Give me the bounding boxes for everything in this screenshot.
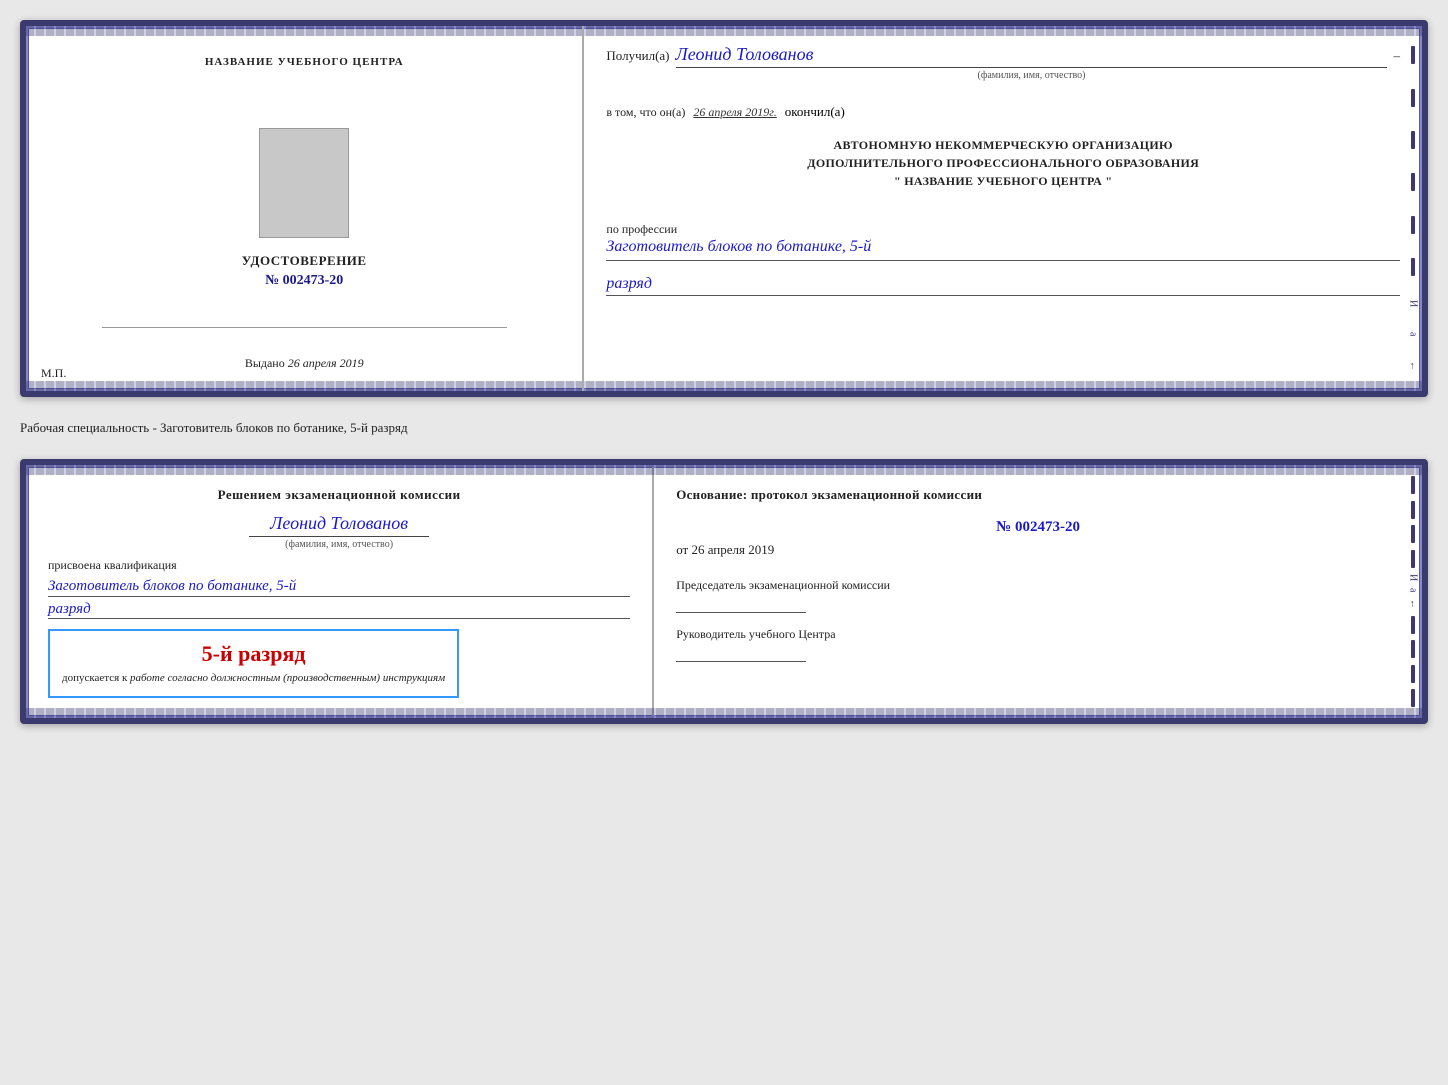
stamp-admission: допускается к работе согласно должностны…	[62, 671, 445, 686]
certifies-row: в том, что он(а) 26 апреля 2019г. окончи…	[606, 97, 1400, 120]
cert-right-panel: Получил(а) Леонид Толованов (фамилия, им…	[584, 26, 1422, 391]
qualification-assigned: присвоена квалификация	[48, 558, 630, 573]
side-decoration-2: И а ←	[1404, 465, 1422, 718]
institution-block: АВТОНОМНУЮ НЕКОММЕРЧЕСКУЮ ОРГАНИЗАЦИЮ ДО…	[606, 136, 1400, 190]
rank-value-2: разряд	[48, 601, 630, 619]
cert-left-panel: НАЗВАНИЕ УЧЕБНОГО ЦЕНТРА УДОСТОВЕРЕНИЕ №…	[26, 26, 584, 391]
dash: –	[1393, 48, 1400, 64]
qualification-card: Решением экзаменационной комиссии Леонид…	[20, 459, 1428, 724]
chairman-block: Председатель экзаменационной комиссии	[676, 576, 1400, 613]
stamp-admission-text: допускается к	[62, 672, 127, 684]
separator-text: Рабочая специальность - Заготовитель бло…	[20, 415, 1428, 441]
received-label: Получил(а)	[606, 48, 669, 64]
decision-name-block: Леонид Толованов (фамилия, имя, отчество…	[48, 513, 630, 550]
head-sig-line	[676, 661, 806, 662]
basis-number: № 002473-20	[676, 519, 1400, 536]
qual-right-panel: Основание: протокол экзаменационной коми…	[654, 465, 1422, 718]
head-label: Руководитель учебного Центра	[676, 625, 1400, 643]
institution-line2: ДОПОЛНИТЕЛЬНОГО ПРОФЕССИОНАЛЬНОГО ОБРАЗО…	[606, 154, 1400, 172]
side-text-i: И	[1407, 300, 1418, 307]
stamp-italic: работе согласно должностным (производств…	[130, 672, 445, 684]
fio-label: (фамилия, имя, отчество)	[676, 67, 1388, 81]
certificate-card: НАЗВАНИЕ УЧЕБНОГО ЦЕНТРА УДОСТОВЕРЕНИЕ №…	[20, 20, 1428, 397]
decision-name: Леонид Толованов	[270, 513, 408, 534]
photo-placeholder	[259, 128, 349, 238]
training-center-title-left: НАЗВАНИЕ УЧЕБНОГО ЦЕНТРА	[205, 56, 404, 68]
qualification-value: Заготовитель блоков по ботанике, 5-й	[48, 577, 630, 598]
recipient-block: Леонид Толованов (фамилия, имя, отчество…	[676, 44, 1388, 81]
profession-label: по профессии	[606, 222, 1400, 237]
stamp-rank: 5-й разряд	[62, 641, 445, 667]
chairman-sig-line	[676, 612, 806, 613]
certifies-text: в том, что он(а)	[606, 105, 685, 120]
mp-label: М.П.	[41, 366, 66, 381]
institution-line1: АВТОНОМНУЮ НЕКОММЕРЧЕСКУЮ ОРГАНИЗАЦИЮ	[606, 136, 1400, 154]
basis-title: Основание: протокол экзаменационной коми…	[676, 485, 1400, 505]
fio-label-2: (фамилия, имя, отчество)	[249, 536, 429, 550]
chairman-label: Председатель экзаменационной комиссии	[676, 576, 1400, 594]
issued-label: Выдано	[245, 356, 285, 370]
side-text-arrow: ←	[1407, 361, 1418, 371]
received-row: Получил(а) Леонид Толованов (фамилия, им…	[606, 44, 1400, 81]
side-text-a2: а	[1407, 588, 1418, 592]
cert-title: УДОСТОВЕРЕНИЕ	[242, 253, 367, 269]
side-text-arrow2: ←	[1407, 599, 1418, 609]
side-text-a: а	[1407, 332, 1418, 336]
institution-line3: " НАЗВАНИЕ УЧЕБНОГО ЦЕНТРА "	[606, 172, 1400, 190]
issued-line: Выдано 26 апреля 2019	[245, 356, 364, 371]
issued-date: 26 апреля 2019	[288, 356, 364, 370]
side-decoration: И а ←	[1404, 26, 1422, 391]
profession-value: Заготовитель блоков по ботанике, 5-й	[606, 237, 1400, 261]
decision-text: Решением экзаменационной комиссии	[48, 485, 630, 505]
page-container: НАЗВАНИЕ УЧЕБНОГО ЦЕНТРА УДОСТОВЕРЕНИЕ №…	[20, 20, 1428, 724]
basis-date: от 26 апреля 2019	[676, 542, 1400, 558]
completed-label: окончил(а)	[785, 104, 845, 120]
rank-value: разряд	[606, 275, 1400, 296]
stamp-box: 5-й разряд допускается к работе согласно…	[48, 629, 459, 698]
qual-left-panel: Решением экзаменационной комиссии Леонид…	[26, 465, 654, 718]
recipient-name: Леонид Толованов	[676, 44, 1388, 65]
cert-number: № 002473-20	[265, 273, 343, 289]
basis-date-prefix: от	[676, 542, 688, 557]
side-text-i2: И	[1407, 574, 1418, 581]
date-certified: 26 апреля 2019г.	[693, 105, 776, 120]
profession-block: по профессии Заготовитель блоков по бота…	[606, 214, 1400, 261]
basis-date-value: 26 апреля 2019	[691, 542, 774, 557]
head-block: Руководитель учебного Центра	[676, 625, 1400, 662]
